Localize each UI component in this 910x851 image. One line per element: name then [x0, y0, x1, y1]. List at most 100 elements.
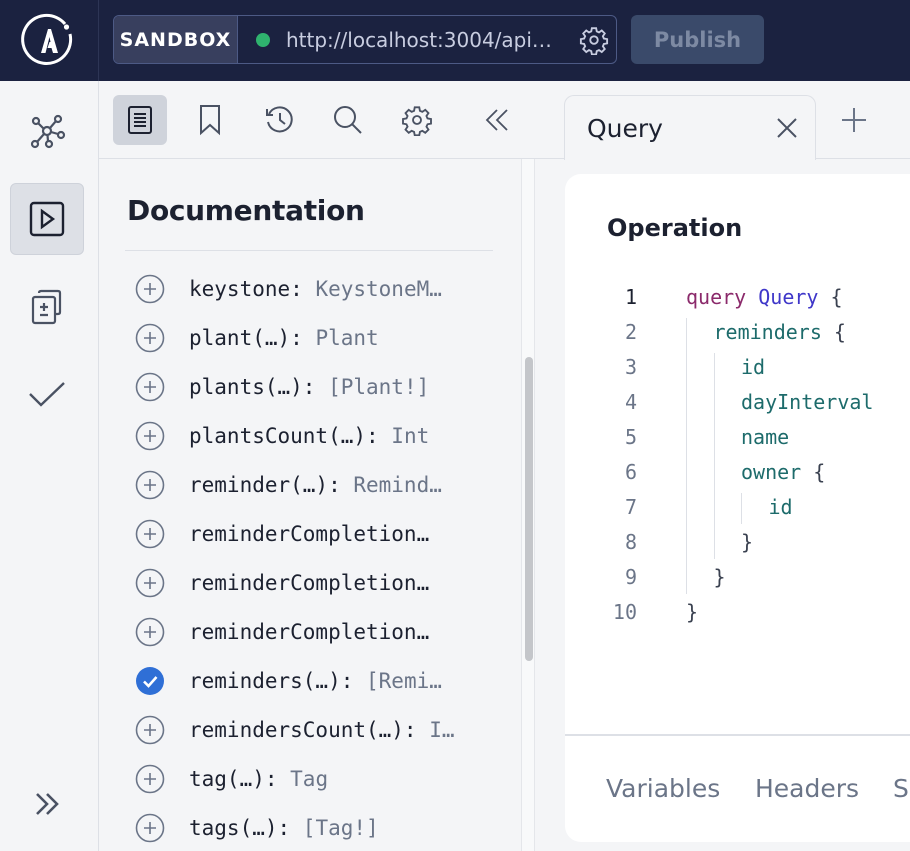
line-number: 9 [624, 564, 637, 589]
apollo-logo-icon[interactable] [20, 12, 78, 70]
code-token: Query [758, 284, 819, 309]
field-signature: reminderCompletion… [189, 620, 429, 644]
field-item[interactable]: plant(…): Plant [135, 318, 485, 358]
field-item[interactable]: reminders(…): [Remi… [135, 661, 485, 701]
field-name: reminderCompletion… [189, 571, 430, 595]
add-circle-icon[interactable] [135, 764, 165, 794]
documentation-tab[interactable] [113, 95, 167, 145]
add-circle-icon[interactable] [135, 323, 165, 353]
field-item[interactable]: plants(…): [Plant!] [135, 367, 485, 407]
search-tab[interactable] [321, 95, 375, 145]
field-item[interactable]: reminderCompletion… [135, 514, 485, 554]
endpoint-url[interactable]: http://localhost:3004/api… [286, 28, 566, 52]
tab-headers[interactable]: Headers [755, 774, 859, 803]
top-bar: SANDBOX http://localhost:3004/api… Publi… [0, 0, 910, 81]
tab-more[interactable]: S [893, 774, 909, 803]
play-icon [29, 201, 65, 237]
field-name: reminders(…): [189, 669, 354, 693]
code-line: 2 reminders { [565, 314, 910, 349]
history-tab[interactable] [253, 95, 307, 145]
field-name: plants(…): [189, 375, 316, 399]
documentation-panel: Documentation keystone: KeystoneM… plant(… [99, 81, 535, 851]
line-number: 4 [624, 389, 637, 414]
add-circle-icon[interactable] [135, 568, 165, 598]
code-text: id [741, 355, 765, 379]
add-circle-icon[interactable] [135, 715, 165, 745]
left-nav [0, 81, 99, 851]
code-line: 9} [565, 559, 910, 594]
nav-changes[interactable] [10, 271, 84, 343]
doc-toolbar [99, 81, 535, 159]
code-text: reminders { [714, 320, 846, 344]
line-number: 1 [624, 284, 637, 309]
field-type: Int [378, 424, 430, 448]
field-item[interactable]: reminder(…): Remind… [135, 465, 485, 505]
line-number: 6 [624, 459, 637, 484]
code-token: id [741, 354, 766, 379]
code-token: reminders [713, 319, 822, 344]
scrollbar-thumb[interactable] [525, 357, 533, 661]
documentation-title: Documentation [127, 194, 365, 227]
doc-scrollbar[interactable] [521, 159, 535, 851]
add-circle-icon[interactable] [135, 372, 165, 402]
field-type: KeystoneM… [302, 277, 442, 301]
field-name: remindersCount(…): [189, 718, 417, 742]
chevron-double-left-icon [485, 109, 508, 131]
close-icon[interactable] [775, 116, 799, 140]
field-item[interactable]: tag(…): Tag [135, 759, 485, 799]
code-line: 4 dayInterval [565, 384, 910, 419]
add-circle-icon[interactable] [135, 470, 165, 500]
logo-cell [0, 0, 99, 81]
field-name: tags(…): [189, 816, 291, 840]
field-name: reminder(…): [189, 473, 341, 497]
field-item[interactable]: keystone: KeystoneM… [135, 269, 485, 309]
field-name: plantsCount(…): [189, 424, 379, 448]
expand-nav-button[interactable] [10, 768, 84, 840]
endpoint-settings-button[interactable] [578, 24, 610, 56]
indent-guide [686, 318, 687, 594]
line-number: 8 [624, 529, 637, 554]
nav-schema[interactable] [10, 95, 84, 167]
gear-icon [579, 26, 609, 55]
code-token: { [801, 459, 826, 484]
tab-query[interactable]: Query [564, 95, 816, 160]
tab-variables[interactable]: Variables [606, 774, 720, 803]
collapse-panel-button[interactable] [470, 95, 524, 145]
publish-button[interactable]: Publish [631, 15, 764, 64]
field-signature: reminder(…): Remind… [189, 473, 442, 497]
code-token: { [821, 319, 846, 344]
add-circle-icon[interactable] [135, 617, 165, 647]
code-token: name [741, 424, 790, 449]
field-signature: plant(…): Plant [189, 326, 379, 350]
code-token: dayInterval [741, 389, 874, 414]
field-item[interactable]: reminderCompletion… [135, 612, 485, 652]
nav-checks[interactable] [10, 359, 84, 431]
collections-tab[interactable] [183, 95, 237, 145]
endpoint-selector[interactable]: SANDBOX http://localhost:3004/api… [113, 15, 617, 64]
settings-tab[interactable] [390, 95, 444, 145]
field-item[interactable]: remindersCount(…): I… [135, 710, 485, 750]
nav-explorer[interactable] [10, 183, 84, 255]
field-signature: keystone: KeystoneM… [189, 277, 442, 301]
environment-label[interactable]: SANDBOX [114, 16, 238, 63]
add-circle-icon[interactable] [135, 813, 165, 843]
indent-guide [741, 493, 742, 524]
plus-icon[interactable] [839, 105, 869, 135]
bookmark-icon [200, 105, 220, 136]
add-circle-icon[interactable] [135, 519, 165, 549]
add-circle-icon[interactable] [135, 421, 165, 451]
code-line: 3 id [565, 349, 910, 384]
field-item[interactable]: plantsCount(…): Int [135, 416, 485, 456]
code-line: 1 query Query { [565, 279, 910, 314]
add-circle-icon[interactable] [135, 274, 165, 304]
gear-icon [402, 106, 432, 136]
line-number: 7 [624, 494, 637, 519]
field-item[interactable]: tags(…): [Tag!] [135, 808, 485, 848]
checked-circle-icon[interactable] [135, 666, 165, 696]
operation-editor: Operation 1 query Query {2 reminders {3 id 4… [565, 174, 910, 842]
check-icon [29, 382, 65, 407]
field-name: keystone: [189, 277, 303, 301]
field-signature: reminderCompletion… [189, 571, 429, 595]
field-item[interactable]: reminderCompletion… [135, 563, 485, 603]
code-line: 7 id [565, 489, 910, 524]
